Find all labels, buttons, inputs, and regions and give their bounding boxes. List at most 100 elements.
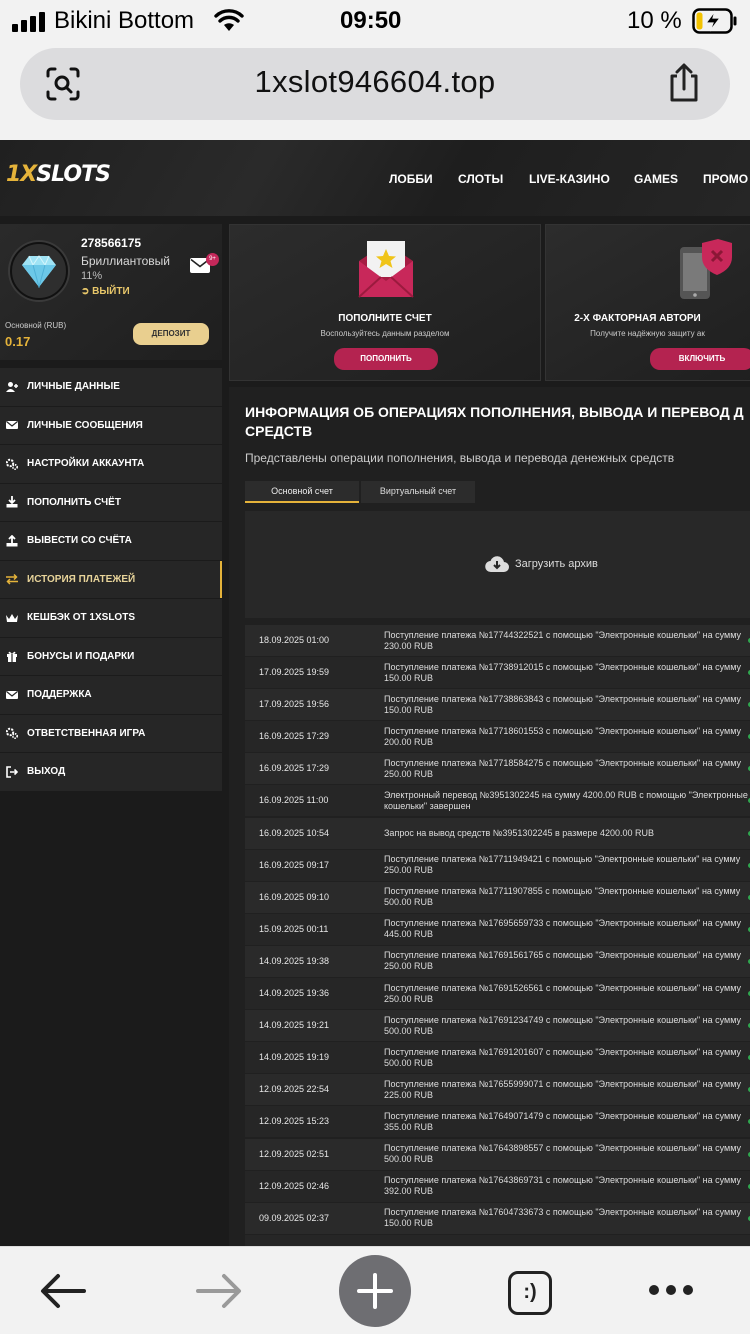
operation-description: Поступление платежа №17691561765 с помощ… [384, 950, 741, 972]
balance-label: Основной (RUB) [5, 321, 67, 330]
operation-description: Поступление платежа №17655999071 с помощ… [384, 1078, 741, 1100]
menu-cashback[interactable]: КЕШБЭК ОТ 1XSLOTS [0, 599, 222, 637]
operation-description: Поступление платежа №17604407117 с помощ… [384, 1235, 750, 1246]
url-text[interactable]: 1xslot946604.top [20, 64, 730, 100]
nav-games[interactable]: GAMES [634, 172, 678, 186]
menu-logout[interactable]: ВЫХОД [0, 753, 222, 791]
menu-withdraw[interactable]: ВЫВЕСТИ СО СЧЁТА [0, 522, 222, 560]
operation-description: Поступление платежа №17695659733 с помощ… [384, 918, 741, 940]
menu-bonuses[interactable]: БОНУСЫ И ПОДАРКИ [0, 637, 222, 675]
ios-status-bar: Bikini Bottom 09:50 10 % [0, 0, 750, 42]
operation-description: Поступление платежа №17718601553 с помощ… [384, 725, 741, 747]
operation-row: 16.09.2025 17:29 Поступление платежа №177… [245, 753, 750, 785]
top-up-button[interactable]: ПОПОЛНИТЬ [334, 348, 438, 370]
operation-date: 16.09.2025 10:54 [259, 827, 330, 838]
menu-top-up[interactable]: ПОПОЛНИТЬ СЧЁТ [0, 483, 222, 521]
operation-date: 14.09.2025 19:36 [259, 988, 330, 999]
messages-badge: 9+ [206, 253, 219, 266]
logout-link[interactable]: ➲ ВЫЙТИ [81, 286, 130, 297]
operation-description: Запрос на вывод средств №3951302245 в ра… [384, 827, 655, 838]
operation-description: Поступление платежа №17744322521 с помощ… [384, 629, 741, 651]
operation-row: 12.09.2025 22:54 Поступление платежа №176… [245, 1074, 750, 1106]
address-bar[interactable]: 1xslot946604.top [20, 48, 730, 120]
carrier-name: Bikini Bottom [54, 7, 195, 34]
operation-description: Поступление платежа №17738912015 с помощ… [384, 661, 741, 683]
operations-list: 18.09.2025 01:00 Поступление платежа №177… [245, 625, 750, 1246]
menu-messages[interactable]: ЛИЧНЫЕ СООБЩЕНИЯ [0, 406, 222, 444]
menu-personal-data[interactable]: ЛИЧНЫЕ ДАННЫЕ [0, 368, 222, 406]
wifi-icon [214, 9, 244, 31]
website-viewport: 1XSLOTS ЛОББИ СЛОТЫ LIVE-КАЗИНО GAMES ПР… [0, 140, 750, 1246]
operation-date: 16.09.2025 09:17 [259, 859, 330, 870]
enable-2fa-button[interactable]: ВКЛЮЧИТЬ [650, 348, 750, 370]
operation-row: 09.09.2025 02:37 Поступление платежа №176… [245, 1202, 750, 1234]
envelope-star-icon [358, 241, 414, 298]
operation-row: 12.09.2025 02:46 Поступление платежа №176… [245, 1170, 750, 1202]
operation-date: 15.09.2025 00:11 [259, 923, 329, 934]
menu-support[interactable]: ПОДДЕРЖКА [0, 676, 222, 714]
tab-virtual-account[interactable]: Виртуальный счет [361, 481, 475, 503]
account-menu: ЛИЧНЫЕ ДАННЫЕ ЛИЧНЫЕ СООБЩЕНИЯ НАСТРОЙКИ… [0, 368, 222, 792]
menu-account-settings[interactable]: НАСТРОЙКИ АККАУНТА [0, 445, 222, 483]
two-factor-card-subtitle: Получите надёжную защиту ак [590, 329, 705, 338]
deposit-card-title: ПОПОЛНИТЕ СЧЕТ [338, 313, 432, 324]
operation-description: Электронный перевод №3951302245 на сумму… [384, 789, 748, 811]
envelope-icon [6, 421, 18, 430]
balance-value: 0.17 [5, 334, 31, 349]
operation-date: 14.09.2025 19:19 [259, 1052, 330, 1063]
new-tab-button[interactable] [339, 1255, 411, 1327]
plus-icon [357, 1273, 393, 1309]
operation-date: 12.09.2025 15:23 [259, 1116, 330, 1127]
operation-row: 12.09.2025 15:23 Поступление платежа №176… [245, 1106, 750, 1138]
operation-description: Поступление платежа №17711949421 с помощ… [384, 854, 741, 876]
nav-live-casino[interactable]: LIVE-КАЗИНО [529, 172, 610, 186]
operation-row: 14.09.2025 19:19 Поступление платежа №176… [245, 1042, 750, 1074]
deposit-card-subtitle: Воспользуйтесь данным разделом [320, 329, 450, 338]
operation-row: Поступление платежа №17604407117 с помощ… [245, 1234, 750, 1246]
menu-responsible-gaming[interactable]: ОТВЕТСТВЕННАЯ ИГРА [0, 714, 222, 752]
upload-icon [6, 534, 18, 547]
operation-date: 12.09.2025 02:46 [259, 1180, 330, 1191]
operation-row: 12.09.2025 02:51 Поступление платежа №176… [245, 1138, 750, 1170]
nav-slots[interactable]: СЛОТЫ [458, 172, 503, 186]
operation-description: Поступление платежа №17738863843 с помощ… [384, 693, 741, 715]
deposit-button[interactable]: ДЕПОЗИТ [133, 323, 209, 345]
operation-description: Поступление платежа №17604733673 с помощ… [384, 1207, 741, 1229]
gears-icon [6, 728, 18, 740]
nav-promo[interactable]: ПРОМО [703, 172, 748, 186]
operation-row: 16.09.2025 17:29 Поступление платежа №177… [245, 721, 750, 753]
tabs-icon[interactable]: :) [508, 1271, 552, 1315]
battery-charging-icon [692, 8, 737, 34]
operation-date: 16.09.2025 09:10 [259, 891, 330, 902]
two-factor-promo-card: 2-Х ФАКТОРНАЯ АВТОРИ Получите надёжную з… [545, 224, 750, 381]
vip-level-badge [10, 242, 68, 300]
gears-icon [6, 458, 18, 470]
download-archive-button[interactable]: Загрузить архив [485, 555, 598, 573]
operations-panel: ИНФОРМАЦИЯ ОБ ОПЕРАЦИЯХ ПОПОЛНЕНИЯ, ВЫВО… [229, 387, 750, 1246]
share-icon[interactable] [666, 62, 702, 104]
tab-main-account[interactable]: Основной счет [245, 481, 359, 503]
operation-description: Поступление платежа №17711907855 с помощ… [384, 886, 741, 908]
battery-percentage: 10 % [627, 7, 682, 34]
operation-description: Поступление платежа №17691201607 с помощ… [384, 1046, 741, 1068]
menu-payment-history[interactable]: ИСТОРИЯ ПЛАТЕЖЕЙ [0, 560, 222, 598]
operation-date: 16.09.2025 17:29 [259, 731, 330, 742]
operation-description: Поступление платежа №17718584275 с помощ… [384, 757, 741, 779]
operation-row: 16.09.2025 11:00 Электронный перевод №395… [245, 785, 750, 817]
page-title: ИНФОРМАЦИЯ ОБ ОПЕРАЦИЯХ ПОПОЛНЕНИЯ, ВЫВО… [245, 404, 744, 439]
exchange-icon [6, 574, 18, 585]
archive-area: Загрузить архив [245, 511, 750, 618]
back-arrow-icon[interactable] [38, 1271, 88, 1311]
operation-row: 16.09.2025 09:10 Поступление платежа №177… [245, 881, 750, 913]
operation-date: 17.09.2025 19:56 [259, 699, 330, 710]
nav-lobby[interactable]: ЛОББИ [389, 172, 433, 186]
more-options-icon[interactable] [646, 1283, 696, 1297]
gift-icon [7, 651, 17, 663]
site-logo[interactable]: 1XSLOTS [6, 162, 111, 187]
operation-description: Поступление платежа №17643869731 с помощ… [384, 1175, 741, 1197]
operation-row: 18.09.2025 01:00 Поступление платежа №177… [245, 625, 750, 656]
operation-row: 16.09.2025 09:17 Поступление платежа №177… [245, 849, 750, 881]
operation-row: 16.09.2025 10:54 Запрос на вывод средств … [245, 817, 750, 849]
forward-arrow-icon[interactable] [194, 1271, 244, 1311]
profile-card: 278566175 Бриллиантовый 11% ➲ ВЫЙТИ 9+ О… [0, 224, 222, 360]
